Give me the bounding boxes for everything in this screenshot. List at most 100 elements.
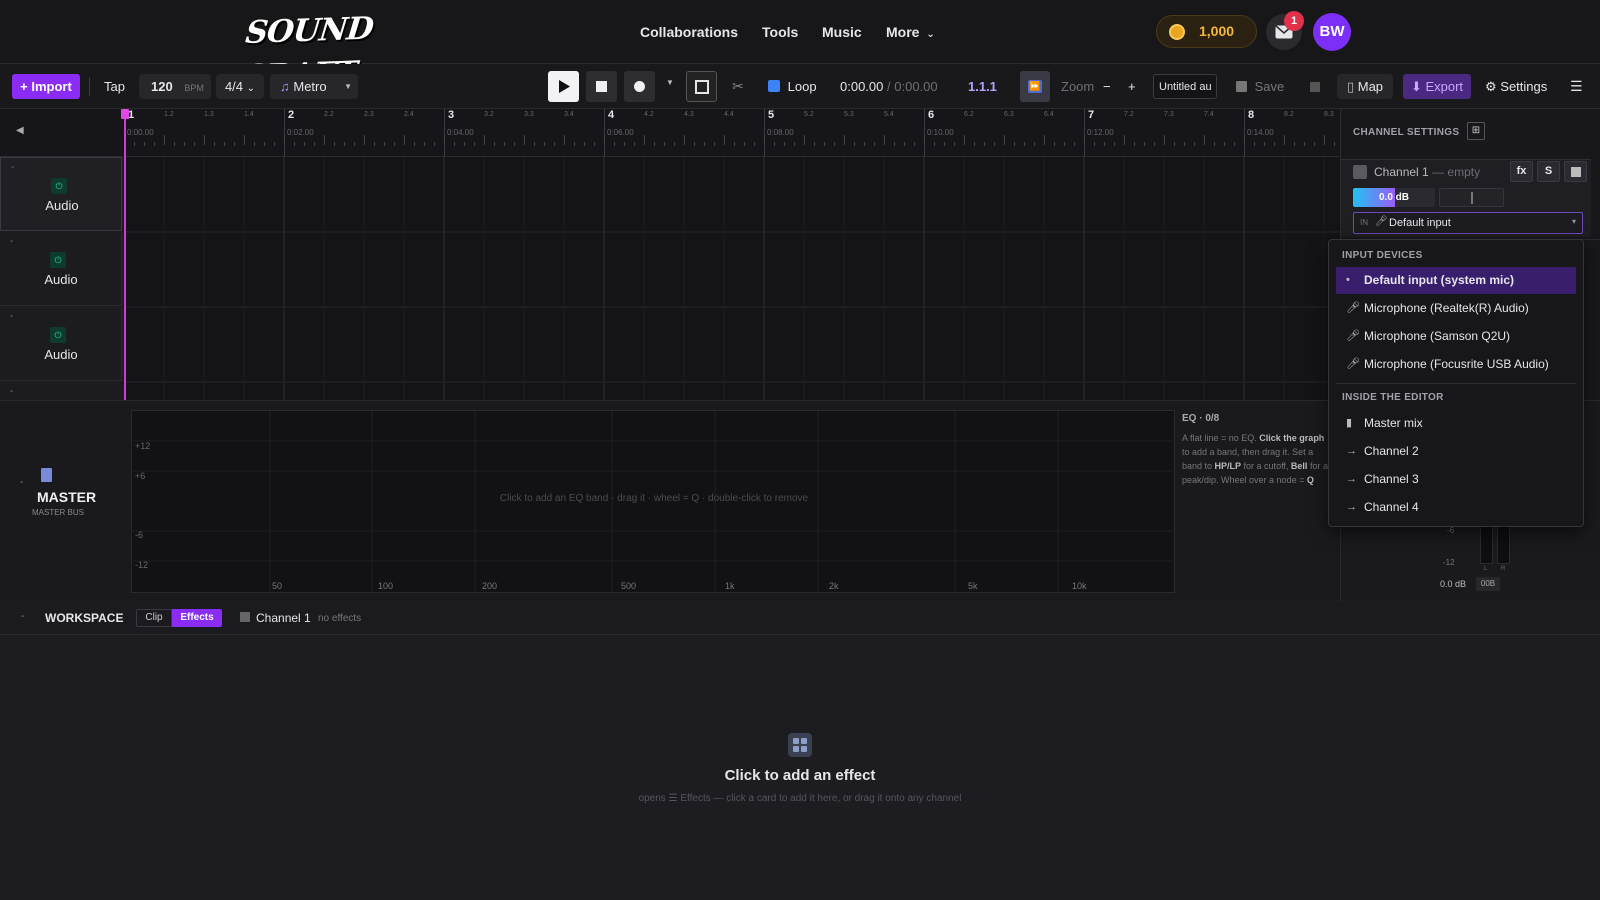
ruler-tick [1044,135,1045,145]
metronome-label: Metro [293,79,327,94]
tab-effects[interactable]: Effects [172,609,222,627]
ruler-tick [934,142,935,146]
nav-more[interactable]: More ⌄ [886,24,935,40]
nav-music[interactable]: Music [822,24,862,40]
track-header-2[interactable]: - ⏻ Audio [0,232,122,306]
meter-label-r: R [1501,566,1506,572]
bpm-field[interactable]: 120 BPM [139,74,211,99]
stack-icon[interactable] [1310,82,1320,92]
volume-fader[interactable]: 0.0 dB [1353,188,1435,207]
eq-title: EQ · 0/8 [1182,413,1220,424]
zoom-in-button[interactable]: + [1128,74,1136,99]
track-header-1[interactable]: - ⏻ Audio [0,157,122,231]
tab-clip[interactable]: Clip [136,609,172,627]
solo-button[interactable]: S [1537,161,1560,182]
track-menu-icon[interactable]: - [10,236,13,247]
time-signature-select[interactable]: 4/4 ⌄ [216,74,264,99]
ruler-tick [764,135,765,145]
settings-button[interactable]: ⚙ Settings [1485,74,1547,99]
nav-collaborations[interactable]: Collaborations [640,24,738,40]
ruler-tick [324,135,325,145]
ruler-tick [1204,135,1205,145]
settings-label: Settings [1500,79,1548,94]
ruler-tick [1014,142,1015,146]
input-option-channel-2[interactable]: → Channel 2 [1336,438,1576,465]
record-button[interactable] [624,71,655,102]
loop-region-button[interactable] [686,71,717,102]
playhead-handle[interactable] [121,109,129,119]
time-signature-value: 4/4 [224,79,244,94]
playhead[interactable] [124,109,126,400]
fader-icon: ▮ [1346,417,1353,429]
follow-playhead-button[interactable]: ⏩ [1020,71,1050,102]
power-icon[interactable]: ⏻ [51,178,67,194]
save-button[interactable]: Save [1236,74,1284,99]
ruler-tick [514,142,515,146]
map-button[interactable]: ▯ Map [1337,74,1393,99]
input-option-realtek[interactable]: 🎤︎ Microphone (Realtek(R) Audio) [1336,295,1576,322]
meter-label-l: L [1484,566,1488,572]
ruler-tick [1304,142,1305,146]
eq-x-label: 100 [378,581,394,591]
effects-grid-icon[interactable] [788,733,812,757]
ruler-tick [694,142,695,146]
power-icon[interactable]: ⏻ [50,252,66,268]
arrangement-grid[interactable] [123,157,1340,400]
master-options-button[interactable]: 00B [1476,577,1500,591]
workspace-area[interactable]: Click to add an effect opens ☰ Effects —… [0,635,1600,900]
microphone-icon: 🎤︎ [1346,358,1360,370]
track-name: Audio [44,272,78,287]
user-avatar[interactable]: BW [1313,13,1351,51]
menu-icon[interactable]: ☰ [1570,74,1583,99]
metronome-toggle[interactable]: ♫ Metro ▼ [270,74,358,99]
ruler-tick [974,142,975,146]
fx-button[interactable]: fx [1510,161,1533,182]
ruler-tick [354,142,355,146]
coin-balance[interactable]: 1,000 [1156,15,1257,48]
workspace-collapse-icon[interactable]: - [21,611,24,622]
timeline-ruler[interactable]: ◀ 1 0:00.00 1.2 1.3 1.4 2 0:02.00 2.2 2.3 2.4 3 0:0… [0,109,1395,157]
import-button[interactable]: + Import [12,74,80,99]
scissors-icon[interactable]: ✂ [732,74,744,99]
collapse-tracks-icon[interactable]: ◀ [16,125,24,136]
ruler-tick [604,135,605,145]
ruler-tick [754,142,755,146]
channel-color-swatch[interactable] [1353,165,1367,179]
export-button[interactable]: ⬇ Export [1403,74,1471,99]
input-option-focusrite[interactable]: 🎤︎ Microphone (Focusrite USB Audio) [1336,351,1576,378]
input-option-samson[interactable]: 🎤︎ Microphone (Samson Q2U) [1336,323,1576,350]
ruler-tick [254,142,255,146]
input-option-master-mix[interactable]: ▮ Master mix [1336,410,1576,437]
eq-graph[interactable]: Click to add an EQ band · drag it · whee… [131,410,1176,594]
add-effect-title[interactable]: Click to add an effect [0,767,1600,784]
input-option-label: Channel 3 [1364,472,1419,486]
sound-craft-logo[interactable]: SOUND CRAFT [239,5,423,95]
time-label: 0:10.00 [927,128,954,137]
grid-icon[interactable]: ⊞ [1467,122,1485,140]
play-button[interactable] [548,71,579,102]
input-option-channel-4[interactable]: → Channel 4 [1336,494,1576,521]
pan-knob[interactable] [1439,188,1504,207]
master-collapse-icon[interactable]: - [20,477,23,488]
track-menu-icon[interactable]: - [10,311,13,322]
zoom-out-button[interactable]: − [1103,74,1111,99]
input-select[interactable]: IN 🎤︎ Default input ▾ [1353,212,1583,234]
track-menu-icon[interactable]: - [11,162,14,173]
project-name-input[interactable] [1153,74,1217,99]
ruler-tick [924,135,925,145]
ruler-tick [884,135,885,145]
nav-tools[interactable]: Tools [762,24,798,40]
workspace-channel[interactable]: Channel 1 [256,611,311,625]
microphone-icon: 🎤︎ [1375,216,1388,227]
input-option-default[interactable]: • Default input (system mic) [1336,267,1576,294]
loop-toggle[interactable]: Loop [768,74,817,99]
power-icon[interactable]: ⏻ [50,327,66,343]
record-options-caret-icon[interactable]: ▼ [666,78,674,87]
tap-tempo-button[interactable]: Tap [104,74,125,99]
track-header-3[interactable]: - ⏻ Audio [0,307,122,381]
input-option-channel-3[interactable]: → Channel 3 [1336,466,1576,493]
master-subtitle: MASTER BUS [32,508,85,517]
stop-button[interactable] [586,71,617,102]
track-menu-icon[interactable]: - [10,386,13,397]
mute-button[interactable] [1564,161,1587,182]
